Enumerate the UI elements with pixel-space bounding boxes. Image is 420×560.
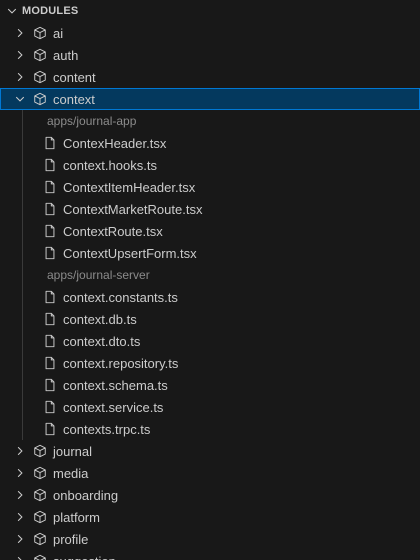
- file-label: ContextItemHeader.tsx: [63, 179, 196, 195]
- package-icon: [32, 465, 48, 481]
- folder-label: content: [53, 69, 96, 85]
- file-icon: [42, 399, 58, 415]
- folder-item-context[interactable]: context: [0, 88, 420, 110]
- file-icon: [42, 421, 58, 437]
- folder-item-ai[interactable]: ai: [0, 22, 420, 44]
- file-label: context.dto.ts: [63, 333, 141, 349]
- file-label: context.repository.ts: [63, 355, 179, 371]
- file-item[interactable]: context.constants.ts: [0, 286, 420, 308]
- chevron-down-icon: [12, 91, 28, 107]
- folders-before: ai auth content: [0, 22, 420, 88]
- package-icon: [32, 25, 48, 41]
- chevron-down-icon: [4, 3, 20, 19]
- folder-item-auth[interactable]: auth: [0, 44, 420, 66]
- file-label: ContextUpsertForm.tsx: [63, 245, 197, 261]
- file-label: ContextMarketRoute.tsx: [63, 201, 203, 217]
- package-icon: [32, 553, 48, 560]
- folder-item-profile[interactable]: profile: [0, 528, 420, 550]
- file-label: context.service.ts: [63, 399, 164, 415]
- package-icon: [32, 91, 48, 107]
- folder-label: context: [53, 91, 95, 107]
- file-item[interactable]: ContexHeader.tsx: [0, 132, 420, 154]
- modules-section-header[interactable]: MODULES: [0, 0, 420, 22]
- file-label: contexts.trpc.ts: [63, 421, 151, 437]
- folder-label: ai: [53, 25, 64, 41]
- file-item[interactable]: ContextUpsertForm.tsx: [0, 242, 420, 264]
- chevron-right-icon: [12, 47, 28, 63]
- file-icon: [42, 245, 58, 261]
- file-item[interactable]: context.repository.ts: [0, 352, 420, 374]
- package-icon: [32, 443, 48, 459]
- file-item[interactable]: context.service.ts: [0, 396, 420, 418]
- group-label-journal-app: apps/journal-app: [47, 114, 137, 128]
- folder-item-platform[interactable]: platform: [0, 506, 420, 528]
- file-icon: [42, 333, 58, 349]
- file-icon: [42, 157, 58, 173]
- file-icon: [42, 355, 58, 371]
- folder-label: suggestion: [53, 554, 116, 560]
- file-icon: [42, 289, 58, 305]
- file-icon: [42, 377, 58, 393]
- folder-label: media: [53, 465, 89, 481]
- file-icon: [42, 201, 58, 217]
- file-item[interactable]: context.db.ts: [0, 308, 420, 330]
- folder-item-content[interactable]: content: [0, 66, 420, 88]
- file-label: context.schema.ts: [63, 377, 168, 393]
- group-label-journal-server: apps/journal-server: [47, 268, 150, 282]
- file-label: context.constants.ts: [63, 289, 178, 305]
- folder-label: onboarding: [53, 487, 119, 503]
- package-icon: [32, 69, 48, 85]
- folder-item-journal[interactable]: journal: [0, 440, 420, 462]
- folder-label: journal: [53, 443, 93, 459]
- chevron-right-icon: [12, 25, 28, 41]
- file-icon: [42, 223, 58, 239]
- chevron-right-icon: [12, 531, 28, 547]
- package-icon: [32, 531, 48, 547]
- folder-item-onboarding[interactable]: onboarding: [0, 484, 420, 506]
- file-item[interactable]: context.schema.ts: [0, 374, 420, 396]
- chevron-right-icon: [12, 69, 28, 85]
- package-icon: [32, 47, 48, 63]
- file-label: context.hooks.ts: [63, 157, 157, 173]
- file-item[interactable]: context.hooks.ts: [0, 154, 420, 176]
- file-label: context.db.ts: [63, 311, 137, 327]
- folder-label: auth: [53, 47, 79, 63]
- file-icon: [42, 179, 58, 195]
- folders-after: journal media onboarding platform profil…: [0, 440, 420, 560]
- folder-item-media[interactable]: media: [0, 462, 420, 484]
- section-title: MODULES: [22, 5, 79, 17]
- folder-label: platform: [53, 509, 100, 525]
- chevron-right-icon: [12, 443, 28, 459]
- folder-item-suggestion[interactable]: suggestion: [0, 550, 420, 560]
- chevron-right-icon: [12, 509, 28, 525]
- file-item[interactable]: ContextRoute.tsx: [0, 220, 420, 242]
- chevron-right-icon: [12, 465, 28, 481]
- file-item[interactable]: context.dto.ts: [0, 330, 420, 352]
- package-icon: [32, 509, 48, 525]
- file-item[interactable]: ContextMarketRoute.tsx: [0, 198, 420, 220]
- package-icon: [32, 487, 48, 503]
- file-icon: [42, 311, 58, 327]
- chevron-right-icon: [12, 553, 28, 560]
- explorer-panel: MODULES ai auth content context apps/jou…: [0, 0, 420, 560]
- file-icon: [42, 135, 58, 151]
- chevron-right-icon: [12, 487, 28, 503]
- file-item[interactable]: contexts.trpc.ts: [0, 418, 420, 440]
- file-item[interactable]: ContextItemHeader.tsx: [0, 176, 420, 198]
- folder-label: profile: [53, 531, 89, 547]
- file-label: ContexHeader.tsx: [63, 135, 167, 151]
- file-label: ContextRoute.tsx: [63, 223, 163, 239]
